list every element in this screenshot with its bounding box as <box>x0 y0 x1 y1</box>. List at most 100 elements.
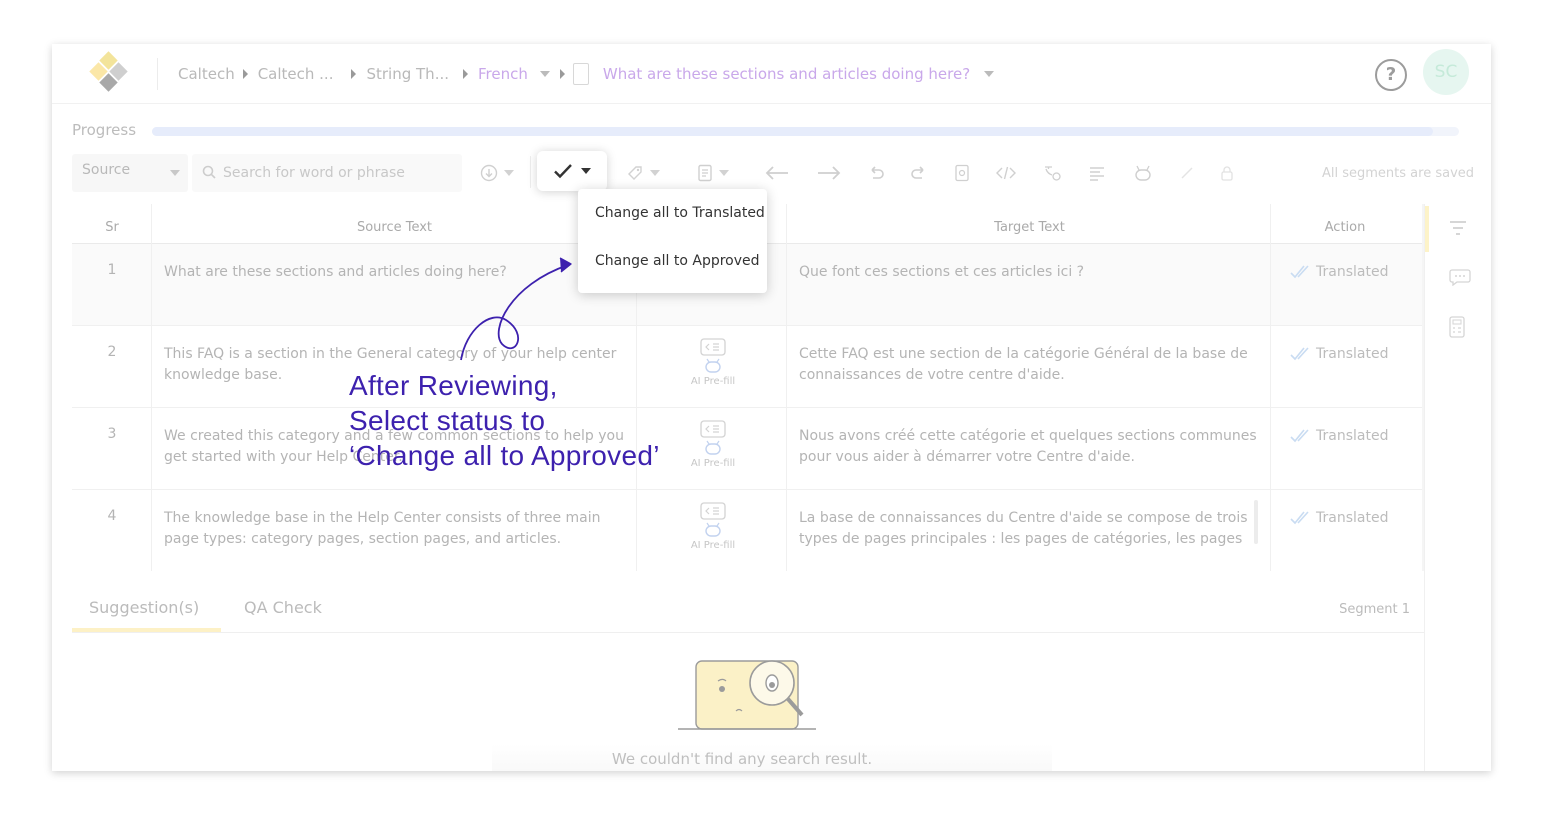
target-text[interactable]: Que font ces sections et ces articles ic… <box>799 262 1259 283</box>
language-selector[interactable]: French <box>478 65 528 83</box>
tag-icon <box>628 166 642 180</box>
machine-translate-button[interactable] <box>1042 161 1062 185</box>
arrow-right-icon <box>818 166 841 180</box>
annotation-line: After Reviewing, <box>349 370 558 401</box>
active-tab-underline <box>72 628 221 632</box>
status-dropdown-menu: Change all to Translated Change all to A… <box>578 189 767 293</box>
double-check-icon <box>1290 429 1309 443</box>
source-select-value: Source <box>82 162 131 178</box>
previous-segment-button[interactable] <box>764 161 790 185</box>
magic-icon <box>1181 167 1193 179</box>
table-row[interactable]: 4 The knowledge base in the Help Center … <box>72 490 1424 571</box>
ai-prefill-label: AI Pre-fill <box>690 540 736 551</box>
bottom-tabs: Suggestion(s) QA Check Segment 1 <box>72 584 1424 633</box>
menu-item-change-all-approved[interactable]: Change all to Approved <box>578 237 767 285</box>
column-divider <box>1270 204 1271 571</box>
source-select[interactable]: Source <box>72 154 188 192</box>
ai-prefill-button[interactable]: AI Pre-fill <box>638 502 788 551</box>
app-logo[interactable] <box>88 50 136 98</box>
header: Caltech Caltech ... String Th... French … <box>52 44 1491 104</box>
target-text[interactable]: La base de connaissances du Centre d'aid… <box>799 508 1259 552</box>
comment-icon[interactable] <box>1449 268 1471 286</box>
tab-qa-check[interactable]: QA Check <box>244 598 322 617</box>
annotation-arrow <box>460 257 572 361</box>
header-divider <box>157 58 158 90</box>
annotation-line: ‘Change all to Approved’ <box>349 440 660 471</box>
align-button[interactable] <box>1088 161 1106 185</box>
breadcrumb-item-file[interactable]: String Th... <box>366 65 449 83</box>
source-text: The knowledge base in the Help Center co… <box>164 510 601 547</box>
checkmark-icon <box>554 164 572 179</box>
ai-assist-button[interactable] <box>1133 161 1153 185</box>
tab-suggestions[interactable]: Suggestion(s) <box>89 598 199 617</box>
redo-icon <box>911 166 924 179</box>
segment-status[interactable]: Translated <box>1290 346 1388 362</box>
segment-status-label: Translated <box>1316 264 1389 280</box>
code-icon <box>996 166 1016 180</box>
redo-button[interactable] <box>910 161 928 185</box>
breadcrumb-arrow-icon <box>242 69 248 79</box>
help-button[interactable]: ? <box>1375 59 1407 91</box>
ai-prefill-button[interactable]: AI Pre-fill <box>638 338 788 387</box>
next-segment-button[interactable] <box>816 161 842 185</box>
search-input[interactable] <box>192 154 462 192</box>
magic-button[interactable] <box>1179 161 1195 185</box>
chevron-down-icon <box>581 168 591 174</box>
tag-button[interactable] <box>626 161 660 185</box>
cell-scrollbar[interactable] <box>1254 500 1258 544</box>
status-change-button[interactable] <box>537 151 607 191</box>
chevron-down-icon <box>504 170 514 176</box>
breadcrumb-item-folder[interactable]: Caltech ... <box>258 65 334 83</box>
row-number: 3 <box>107 426 117 442</box>
chevron-down-icon <box>650 170 660 176</box>
ai-prefill-label: AI Pre-fill <box>690 458 736 469</box>
segment-indicator: Segment 1 <box>1339 602 1410 617</box>
toolbar-divider <box>530 156 531 188</box>
double-check-icon <box>1290 347 1309 361</box>
code-tag-icon <box>700 338 726 356</box>
calculator-icon[interactable] <box>1449 316 1465 338</box>
target-text[interactable]: Cette FAQ est une section de la catégori… <box>799 344 1259 386</box>
arrow-left-icon <box>765 166 788 180</box>
ai-prefill-button[interactable]: AI Pre-fill <box>638 420 788 469</box>
breadcrumb-item-project[interactable]: Caltech <box>178 65 235 83</box>
code-tag-icon <box>700 420 726 438</box>
lock-button[interactable] <box>1220 161 1234 185</box>
side-active-indicator <box>1425 206 1429 252</box>
segment-status[interactable]: Translated <box>1290 428 1388 444</box>
lock-icon <box>1221 166 1233 181</box>
code-tags-button[interactable] <box>995 161 1017 185</box>
table-row[interactable]: 2 This FAQ is a section in the General c… <box>72 326 1424 408</box>
menu-item-change-all-translated[interactable]: Change all to Translated <box>578 189 767 237</box>
progress-label: Progress <box>72 121 137 139</box>
undo-icon <box>871 166 884 179</box>
undo-button[interactable] <box>867 161 885 185</box>
breadcrumb-arrow-icon <box>559 69 565 79</box>
double-check-icon <box>1290 511 1309 525</box>
target-text[interactable]: Nous avons créé cette catégorie et quelq… <box>799 426 1259 468</box>
chevron-down-icon <box>719 170 729 176</box>
robot-icon <box>705 440 721 455</box>
table-row[interactable]: 3 We created this category and a few com… <box>72 408 1424 490</box>
chevron-down-icon[interactable] <box>984 71 995 77</box>
segment-status[interactable]: Translated <box>1290 510 1388 526</box>
download-button[interactable] <box>480 161 514 185</box>
segment-status-label: Translated <box>1316 428 1389 444</box>
column-header-target: Target Text <box>994 220 1065 235</box>
find-replace-button[interactable] <box>954 161 970 185</box>
segment-status[interactable]: Translated <box>1290 264 1388 280</box>
filter-icon[interactable] <box>1449 220 1467 236</box>
chevron-down-icon <box>170 170 180 176</box>
segment-status-label: Translated <box>1316 510 1389 526</box>
chevron-down-icon[interactable] <box>539 71 550 77</box>
row-number: 1 <box>107 262 117 278</box>
progress-fill <box>152 127 1433 136</box>
document-button[interactable] <box>697 161 729 185</box>
column-divider <box>786 204 787 571</box>
avatar[interactable]: SC <box>1423 49 1469 95</box>
robot-icon <box>705 358 721 373</box>
document-title[interactable]: What are these sections and articles doi… <box>603 65 970 83</box>
row-number: 2 <box>107 344 117 360</box>
breadcrumb: Caltech Caltech ... String Th... French … <box>178 62 1004 86</box>
side-toolbar <box>1424 204 1491 771</box>
